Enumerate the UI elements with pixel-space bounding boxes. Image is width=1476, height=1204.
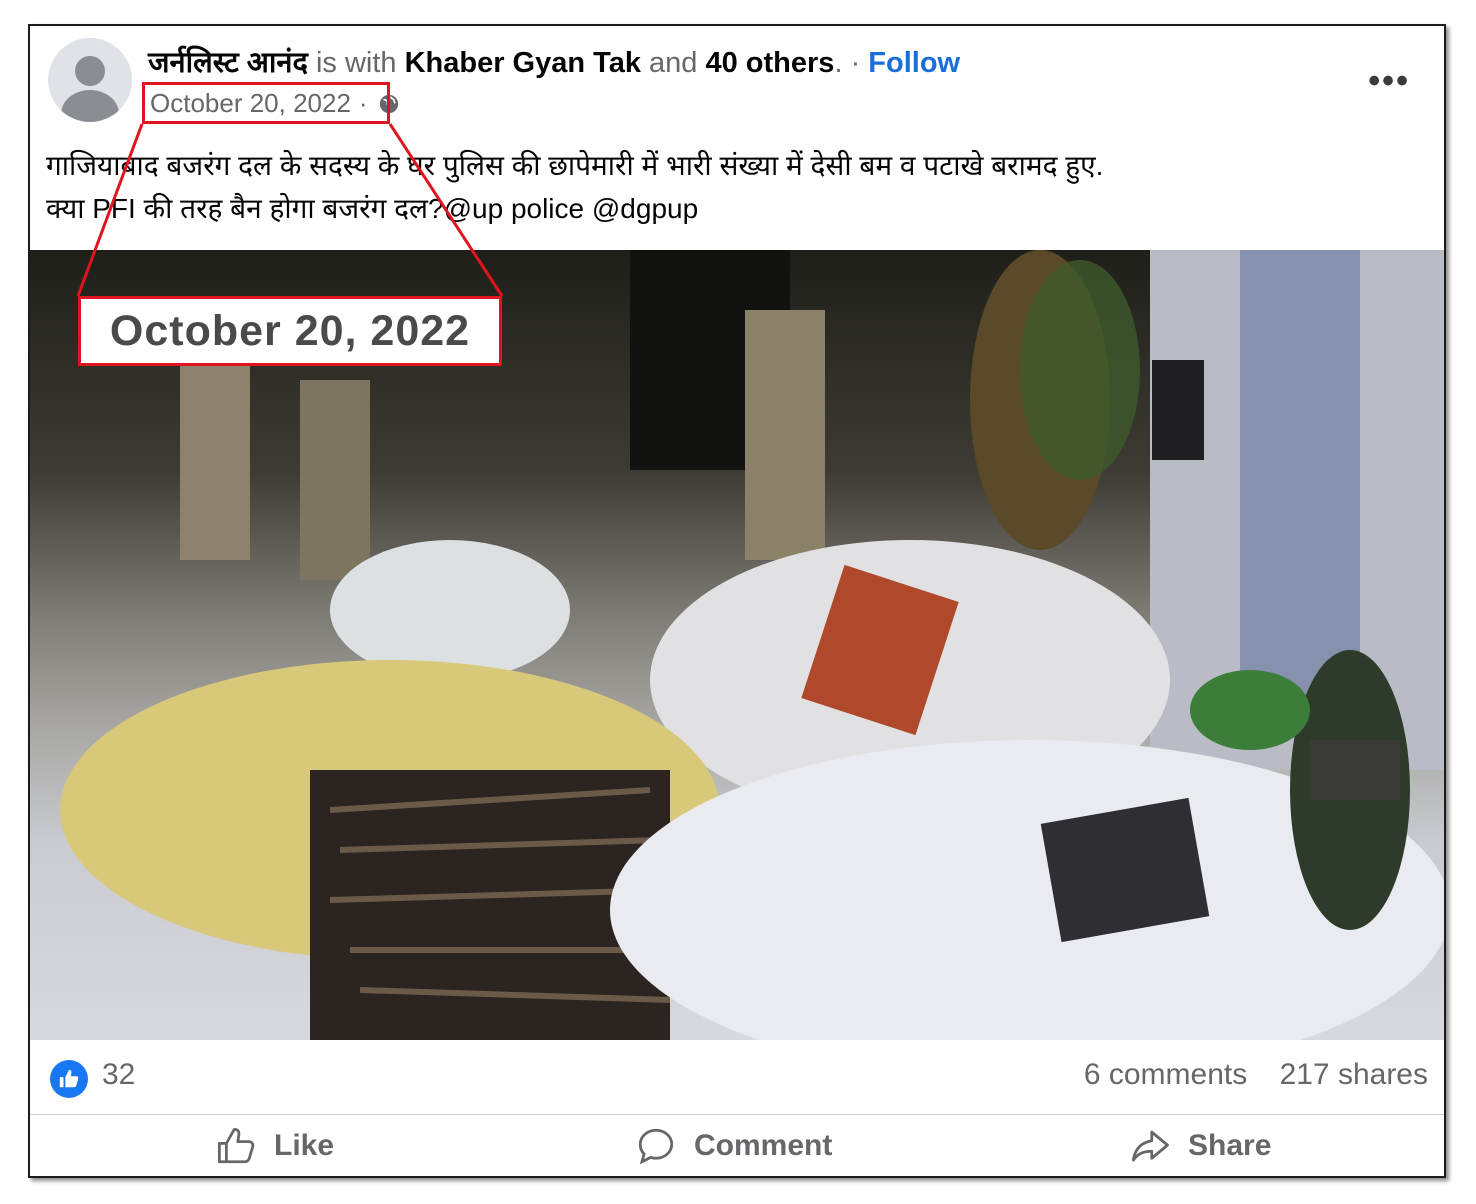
with-text: is with [315,47,397,79]
action-bar: Like Comment Share [30,1114,1444,1176]
share-count[interactable]: 217 shares [1280,1058,1428,1091]
author-name[interactable]: जर्नलिस्ट आनंद [148,47,308,79]
like-reaction-icon[interactable] [50,1060,88,1098]
header-separator: · [850,47,861,79]
avatar-body-shape [61,90,119,122]
comment-bubble-icon [638,1128,674,1165]
post-text-line-1: गाजियाबाद बजरंग दल के सदस्य के घर पुलिस … [46,150,1104,181]
tagged-page[interactable]: Khaber Gyan Tak [405,47,641,79]
like-label: Like [274,1129,335,1162]
comment-button[interactable]: Comment [634,1115,833,1176]
avatar-head-shape [75,56,105,86]
comment-label: Comment [694,1129,833,1162]
like-button[interactable]: Like [214,1115,335,1176]
engagement-counts: 6 comments 217 shares [1084,1058,1428,1092]
date-highlight-box [142,82,390,124]
thumbs-up-icon [59,1069,79,1088]
others-link[interactable]: 40 others [705,47,834,79]
facebook-post-card: जर्नलिस्ट आनंद is with Khaber Gyan Tak a… [28,24,1446,1178]
thumbs-up-outline-icon [217,1127,255,1164]
comment-count[interactable]: 6 comments [1084,1058,1247,1091]
post-text-line-2: क्या PFI की तरह बैन होगा बजरंग दल?@up po… [46,193,699,224]
post-header-line: जर्नलिस्ट आनंद is with Khaber Gyan Tak a… [148,42,960,81]
share-button[interactable]: Share [1128,1115,1272,1176]
zoomed-date-callout: October 20, 2022 [78,296,502,366]
post-text: गाजियाबाद बजरंग दल के सदस्य के घर पुलिस … [46,144,1426,230]
period: . [834,47,843,79]
video-scene [60,250,1444,1040]
avatar[interactable] [48,38,132,122]
share-label: Share [1188,1129,1272,1162]
share-arrow-icon [1131,1130,1169,1162]
follow-button[interactable]: Follow [868,47,960,79]
reactions-bar: 32 6 comments 217 shares [30,1042,1444,1112]
post-video[interactable] [30,250,1444,1040]
like-count[interactable]: 32 [102,1058,135,1092]
and-text: and [649,47,698,79]
more-options-icon[interactable]: ••• [1368,62,1410,101]
